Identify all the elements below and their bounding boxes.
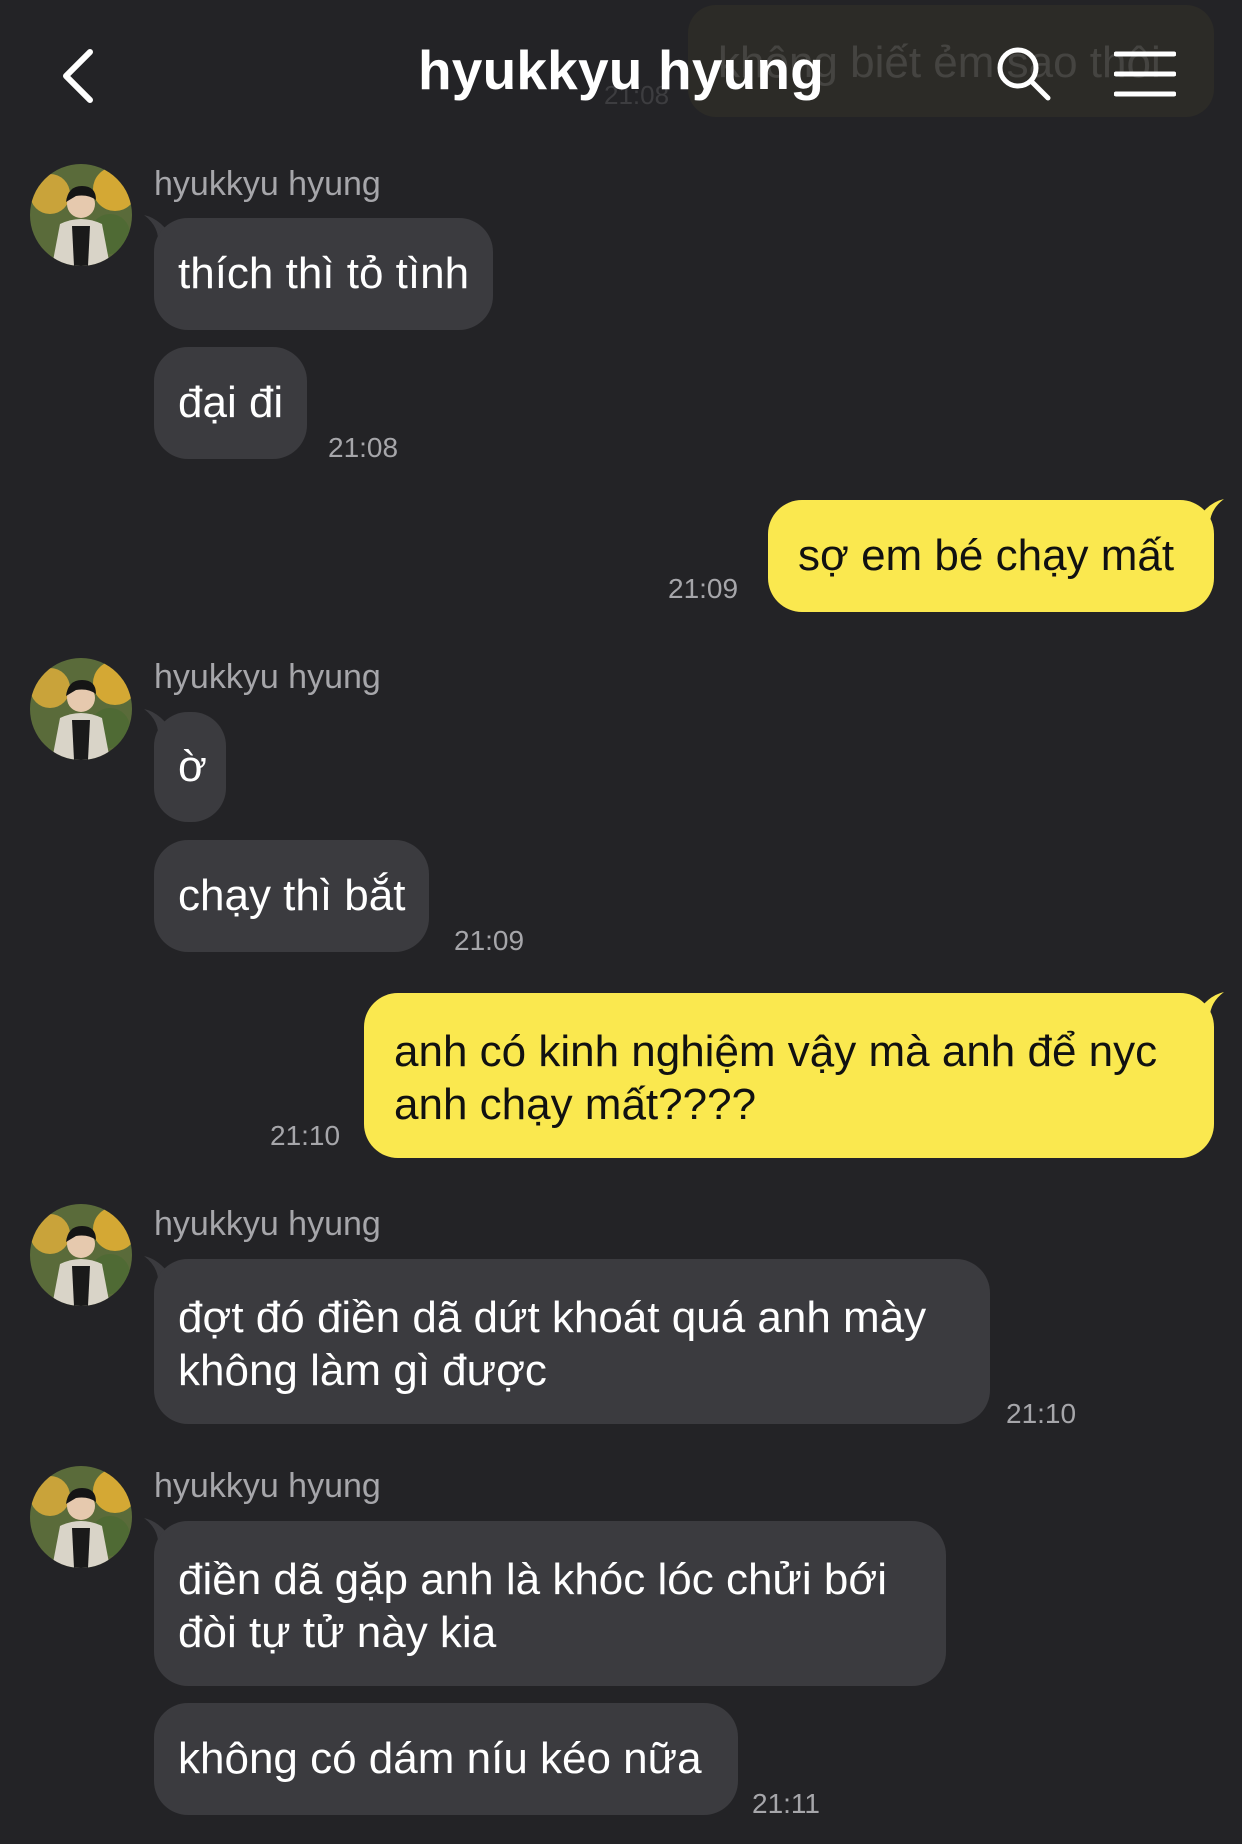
avatar-photo [30, 658, 132, 760]
message-text: chạy thì bắt [178, 871, 406, 920]
message-text-line: đòi tự tử này kia [178, 1608, 497, 1657]
incoming-message[interactable]: điền dã gặp anh là khóc lóc chửi bới đòi… [154, 1521, 946, 1686]
sender-name: hyukkyu hyung [154, 165, 381, 203]
avatar[interactable] [30, 164, 132, 266]
message-text-line: anh có kinh nghiệm vậy mà anh để nyc [394, 1027, 1158, 1076]
avatar[interactable] [30, 1466, 132, 1568]
incoming-message[interactable]: thích thì tỏ tình [154, 218, 494, 330]
message-text: sợ em bé chạy mất [798, 531, 1175, 580]
message-text-line: đợt đó điền dã dứt khoát quá anh mày [178, 1293, 927, 1342]
message-time: 21:10 [270, 1120, 341, 1151]
chat-header: hyukkyu hyung [0, 0, 1242, 150]
message-text: ờ [178, 742, 207, 791]
search-button[interactable] [996, 46, 1052, 102]
bubble-tail [1194, 499, 1224, 529]
avatar-photo [30, 164, 132, 266]
message-text-line: không làm gì được [178, 1346, 547, 1395]
incoming-message[interactable]: chạy thì bắt [154, 840, 430, 952]
message-text-line: điền dã gặp anh là khóc lóc chửi bới [178, 1555, 887, 1604]
message-time: 21:09 [454, 925, 525, 956]
message-time: 21:11 [752, 1788, 820, 1819]
sender-name: hyukkyu hyung [154, 658, 381, 696]
message-text: không có dám níu kéo nữa [178, 1734, 702, 1783]
avatar-photo [30, 1466, 132, 1568]
search-icon [997, 47, 1051, 101]
outgoing-message[interactable]: sợ em bé chạy mất [768, 500, 1214, 612]
avatar[interactable] [30, 1204, 132, 1306]
outgoing-message[interactable]: anh có kinh nghiệm vậy mà anh để nyc anh… [364, 993, 1214, 1158]
bubble-tail [1194, 992, 1224, 1022]
message-time: 21:10 [1006, 1398, 1077, 1429]
message-text: thích thì tỏ tình [178, 249, 470, 298]
message-text-line: anh chạy mất???? [394, 1080, 757, 1129]
message-time: 21:09 [668, 573, 739, 604]
menu-button[interactable] [1113, 50, 1177, 98]
chat-title: hyukkyu hyung [418, 39, 824, 101]
incoming-message[interactable]: không có dám níu kéo nữa [154, 1703, 738, 1815]
incoming-message[interactable]: ờ [154, 712, 226, 822]
incoming-message[interactable]: đợt đó điền dã dứt khoát quá anh mày khô… [154, 1259, 990, 1424]
message-text: đại đi [178, 378, 284, 427]
incoming-message[interactable]: đại đi [154, 347, 308, 459]
sender-name: hyukkyu hyung [154, 1205, 381, 1243]
sender-name: hyukkyu hyung [154, 1467, 381, 1505]
hamburger-menu-icon [1113, 51, 1177, 97]
avatar-photo [30, 1204, 132, 1306]
message-time: 21:08 [328, 432, 399, 463]
avatar[interactable] [30, 658, 132, 760]
